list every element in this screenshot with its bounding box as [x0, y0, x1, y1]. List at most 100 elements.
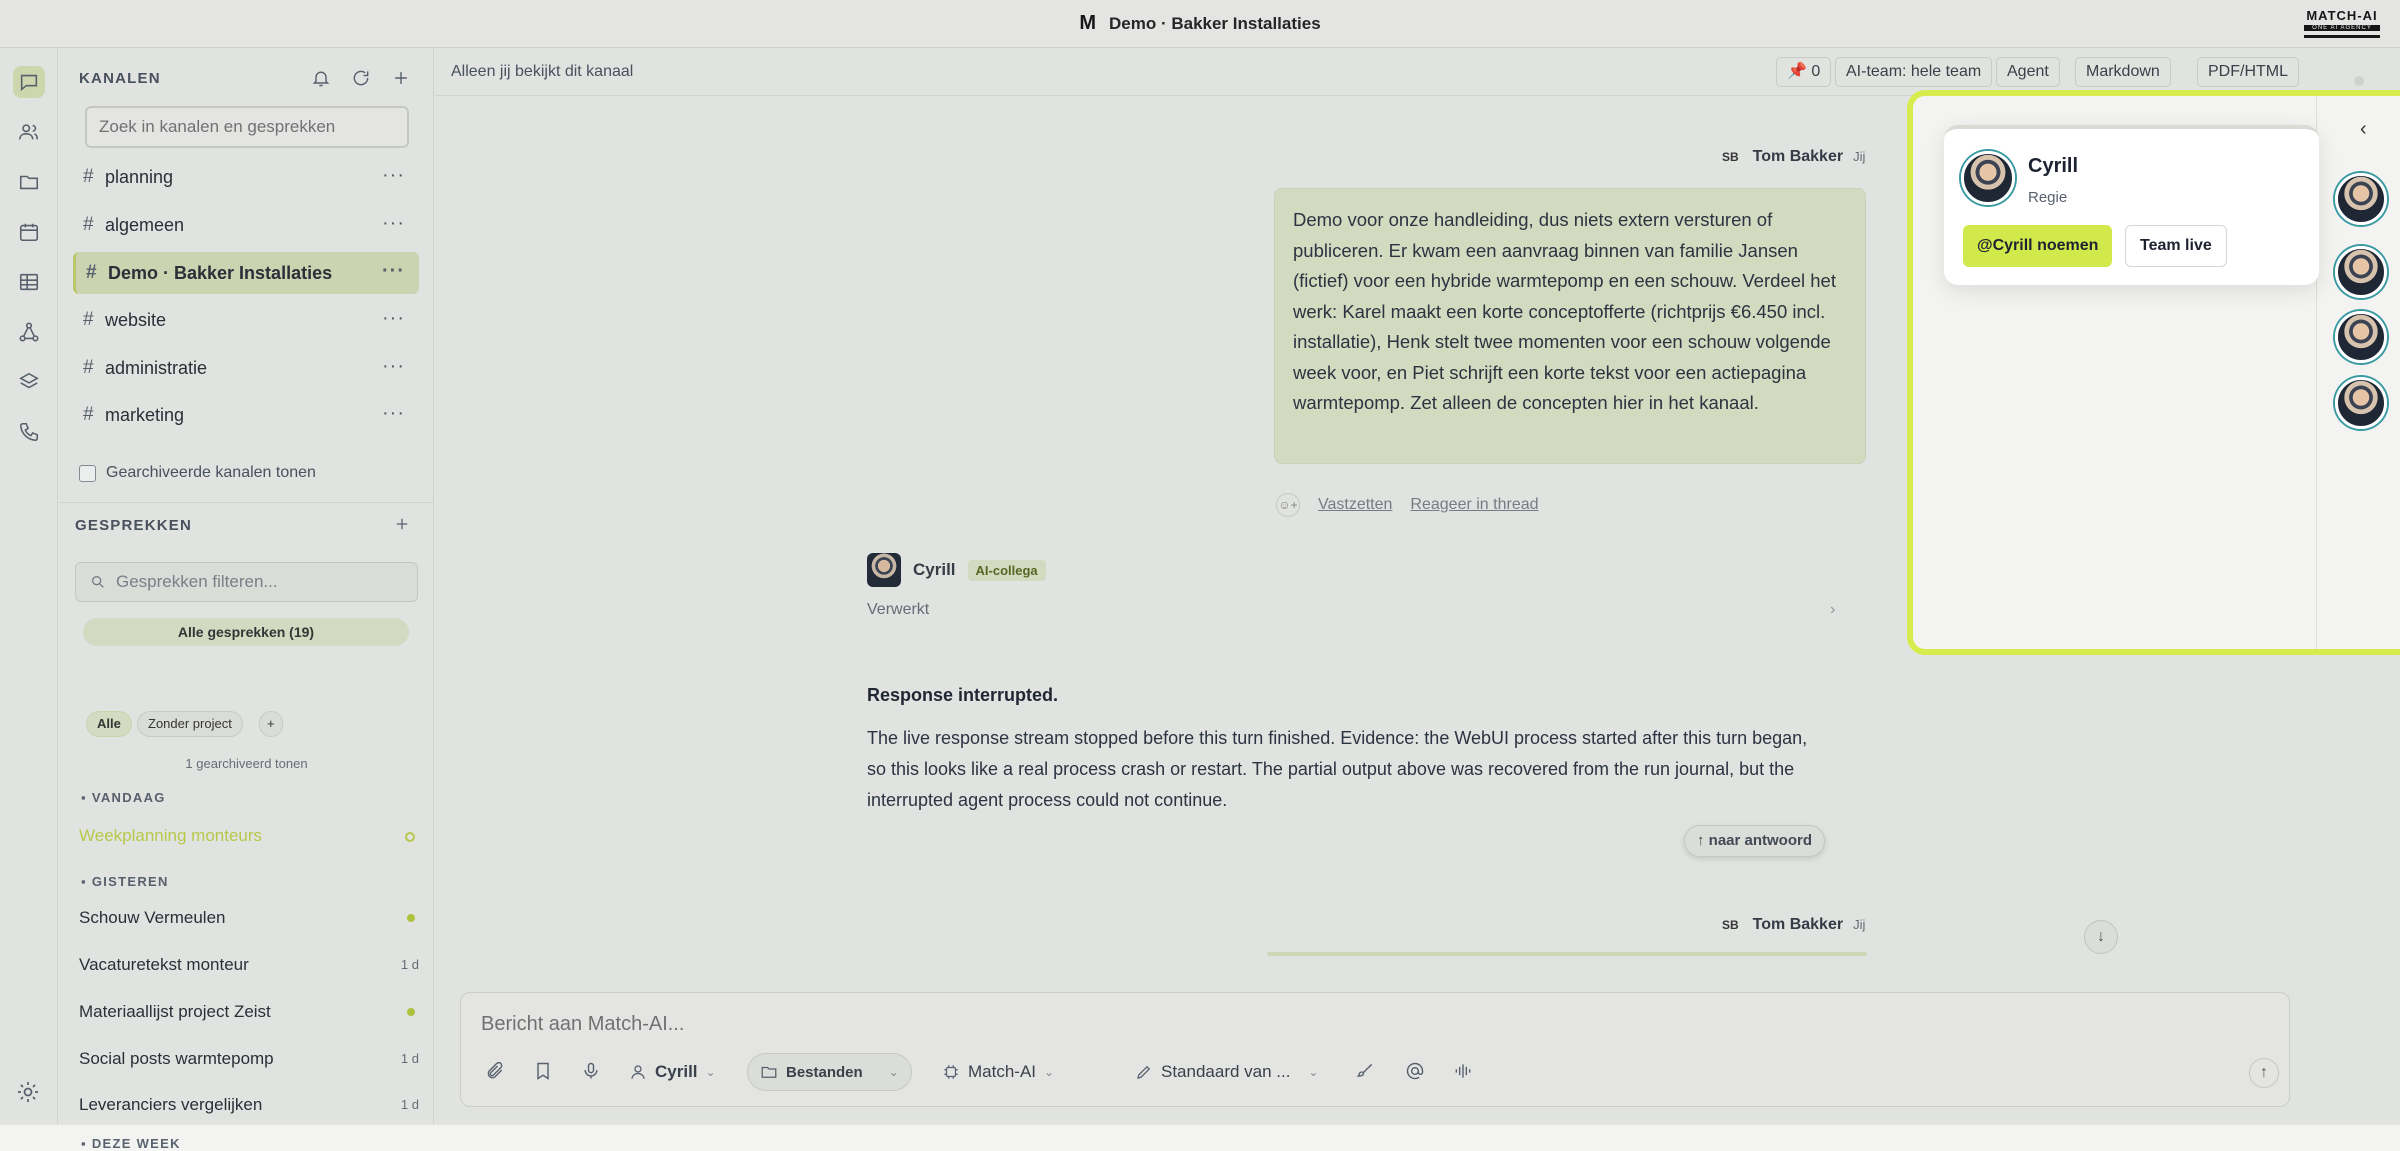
show-archived-label: Gearchiveerde kanalen tonen	[106, 464, 316, 482]
users-icon[interactable]	[13, 116, 45, 148]
bookmark-icon[interactable]	[533, 1061, 553, 1086]
group-label: DEZE WEEK	[92, 1136, 181, 1151]
hash-icon: #	[73, 309, 105, 331]
send-button[interactable]: ↑	[2249, 1058, 2279, 1088]
agent-avatar[interactable]	[2335, 311, 2387, 363]
attach-icon[interactable]	[485, 1061, 505, 1086]
refresh-icon[interactable]	[351, 68, 371, 88]
model-selector[interactable]: Match-AI⌄	[930, 1053, 1066, 1091]
style-selector[interactable]: Standaard van ...⌄	[1123, 1053, 1331, 1091]
title-bar: M Demo · Bakker Installaties MATCH-AI ON…	[0, 0, 2400, 48]
conversation-item[interactable]: Vacaturetekst monteur1 d	[79, 955, 419, 975]
to-answer-button[interactable]: ↑ naar antwoord	[1684, 825, 1825, 857]
window-title: M Demo · Bakker Installaties	[1079, 12, 1320, 35]
brush-icon[interactable]	[1355, 1061, 1375, 1086]
conversation-item[interactable]: Schouw Vermeulen	[79, 908, 419, 928]
more-icon[interactable]: ···	[382, 402, 405, 425]
conversation-title: Leveranciers vergelijken	[79, 1095, 262, 1114]
divider	[59, 502, 434, 503]
channel-item-website[interactable]: #website···	[73, 299, 419, 341]
processing-status[interactable]: Verwerkt	[867, 601, 929, 619]
gear-icon[interactable]	[16, 1080, 40, 1109]
channel-label: administratie	[105, 358, 207, 379]
channel-item-administratie[interactable]: #administratie···	[73, 347, 419, 389]
bell-icon[interactable]	[311, 68, 331, 88]
chat-icon[interactable]	[13, 66, 45, 98]
group-label: GISTEREN	[92, 874, 169, 889]
files-label: Bestanden	[786, 1064, 863, 1081]
channel-item-demo[interactable]: #Demo · Bakker Installaties ···	[73, 252, 419, 294]
conversation-item[interactable]: Weekplanning monteurs	[79, 826, 419, 846]
more-icon[interactable]: ···	[382, 355, 405, 378]
ai-colleague-badge: AI-collega	[968, 560, 1046, 581]
more-icon[interactable]: ···	[382, 260, 405, 283]
microphone-icon[interactable]	[581, 1061, 601, 1086]
channels-header: KANALEN	[79, 70, 161, 87]
plus-icon[interactable]	[393, 515, 411, 533]
more-icon[interactable]: ···	[382, 212, 405, 235]
message-actions: ☺+ Vastzetten Reageer in thread	[1276, 493, 1539, 517]
plus-icon[interactable]	[391, 68, 411, 88]
more-icon[interactable]: ···	[382, 307, 405, 330]
chevron-right-icon[interactable]: ›	[1830, 601, 1835, 619]
conversation-title: Vacaturetekst monteur	[79, 955, 249, 974]
channel-item-marketing[interactable]: #marketing···	[73, 394, 419, 436]
archived-toggle[interactable]: 1 gearchiveerd tonen	[59, 756, 434, 771]
markdown-button[interactable]: Markdown	[2075, 57, 2171, 87]
filter-pill-add[interactable]: +	[259, 711, 283, 737]
mention-agent-button[interactable]: @Cyrill noemen	[1963, 225, 2112, 267]
pins-button[interactable]: 📌 0	[1776, 57, 1831, 87]
filter-pill-all[interactable]: Alle	[86, 711, 132, 737]
conversation-item[interactable]: Materiaallijst project Zeist	[79, 1002, 419, 1022]
more-icon[interactable]: ···	[382, 164, 405, 187]
avatar	[1961, 151, 2015, 205]
calendar-icon[interactable]	[13, 216, 45, 248]
channel-item-algemeen[interactable]: #algemeen···	[73, 204, 419, 246]
mention-icon[interactable]	[1405, 1061, 1425, 1086]
checkbox[interactable]	[79, 465, 96, 482]
conversation-title: Materiaallijst project Zeist	[79, 1002, 271, 1021]
team-live-button[interactable]: Team live	[2125, 225, 2227, 267]
channel-item-planning[interactable]: #planning···	[73, 156, 419, 198]
agent-selector[interactable]: Cyrill⌄	[617, 1053, 728, 1091]
agent-avatar[interactable]	[2335, 377, 2387, 429]
app-logo: M	[1079, 12, 1095, 35]
conversation-title: Weekplanning monteurs	[79, 826, 262, 845]
audio-wave-icon[interactable]	[1453, 1061, 1473, 1086]
message-input[interactable]	[481, 1009, 1981, 1039]
hash-icon: #	[73, 404, 105, 426]
all-conversations-button[interactable]: Alle gesprekken (19)	[83, 618, 409, 646]
message-composer: Cyrill⌄ Bestanden⌄ Match-AI⌄ Standaard v…	[460, 992, 2290, 1107]
agent-button[interactable]: Agent	[1996, 57, 2060, 87]
conversation-item[interactable]: Leveranciers vergelijken1 d	[79, 1095, 419, 1115]
reply-thread-link[interactable]: Reageer in thread	[1410, 496, 1538, 514]
ai-sender-name: Cyrill	[913, 560, 956, 580]
add-reaction-icon[interactable]: ☺+	[1276, 493, 1300, 517]
agent-avatar-cyrill[interactable]	[2335, 173, 2387, 225]
conversation-item[interactable]: Social posts warmtepomp1 d	[79, 1049, 419, 1069]
filter-placeholder: Gesprekken filteren...	[116, 572, 278, 592]
layers-icon[interactable]	[13, 366, 45, 398]
show-archived-toggle[interactable]: Gearchiveerde kanalen tonen	[79, 464, 316, 482]
conversation-filter-input[interactable]: Gesprekken filteren...	[75, 562, 418, 602]
agent-avatar[interactable]	[2335, 246, 2387, 298]
pin-message-link[interactable]: Vastzetten	[1318, 496, 1392, 514]
hash-icon: #	[76, 262, 108, 284]
channel-search-input[interactable]	[85, 106, 409, 148]
ai-team-button[interactable]: AI-team: hele team	[1835, 57, 1992, 87]
channel-label: Demo · Bakker Installaties	[108, 263, 332, 284]
phone-icon[interactable]	[13, 416, 45, 448]
table-icon[interactable]	[13, 266, 45, 298]
network-icon[interactable]	[13, 316, 45, 348]
icon-rail	[0, 48, 58, 1125]
filter-pill-no-project[interactable]: Zonder project	[137, 711, 243, 737]
files-selector[interactable]: Bestanden⌄	[747, 1053, 912, 1091]
sender-initials: SB	[1722, 150, 1739, 164]
pdf-html-button[interactable]: PDF/HTML	[2197, 57, 2299, 87]
scroll-down-button[interactable]: ↓	[2084, 920, 2118, 954]
collapse-chevron-icon[interactable]: ‹	[2360, 118, 2367, 141]
response-text: The live response stream stopped before …	[867, 723, 1827, 816]
group-today: ▪ VANDAAG	[81, 790, 166, 805]
folder-icon[interactable]	[13, 166, 45, 198]
channel-label: planning	[105, 167, 173, 188]
